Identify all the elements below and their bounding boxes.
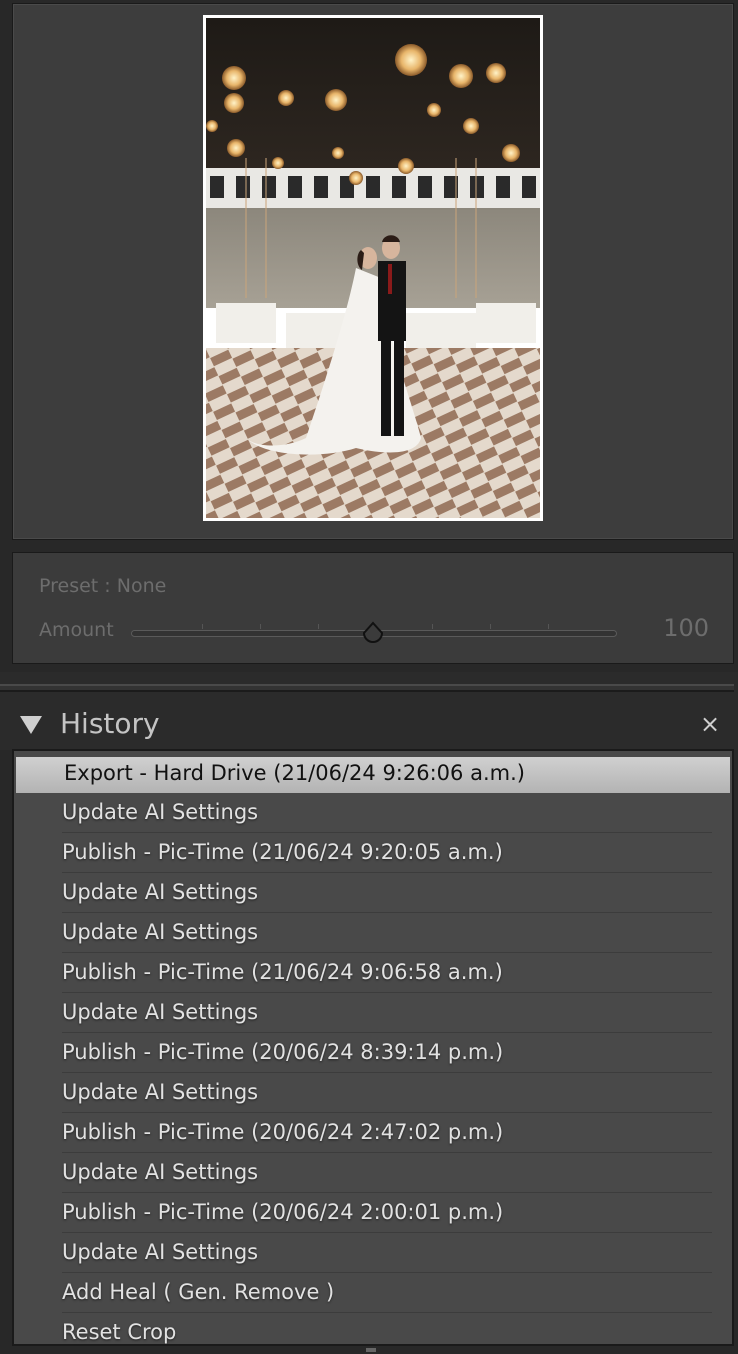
history-item-label: Update AI Settings — [62, 800, 259, 824]
history-item[interactable]: Publish - Pic-Time (20/06/24 2:47:02 p.m… — [14, 1113, 732, 1153]
navigator-panel — [12, 3, 734, 540]
history-item[interactable]: Update AI Settings — [14, 913, 732, 953]
history-item[interactable]: Add Heal ( Gen. Remove ) — [14, 1273, 732, 1313]
history-item[interactable]: Publish - Pic-Time (21/06/24 9:20:05 a.m… — [14, 833, 732, 873]
history-item-label: Update AI Settings — [62, 1000, 259, 1024]
history-list: Export - Hard Drive (21/06/24 9:26:06 a.… — [12, 749, 734, 1346]
history-item-label: Update AI Settings — [62, 880, 259, 904]
history-item-label: Publish - Pic-Time (20/06/24 2:00:01 p.m… — [62, 1200, 504, 1224]
history-item[interactable]: Update AI Settings — [14, 993, 732, 1033]
history-item[interactable]: Publish - Pic-Time (20/06/24 2:00:01 p.m… — [14, 1193, 732, 1233]
amount-slider-thumb[interactable] — [361, 621, 385, 645]
history-item-label: Publish - Pic-Time (21/06/24 9:06:58 a.m… — [62, 960, 503, 984]
history-item[interactable]: Update AI Settings — [14, 1153, 732, 1193]
history-item-label: Export - Hard Drive (21/06/24 9:26:06 a.… — [64, 761, 525, 785]
photo-preview[interactable] — [203, 15, 543, 521]
history-item[interactable]: Update AI Settings — [14, 1073, 732, 1113]
preset-panel: Preset : None Amount 100 — [12, 552, 734, 664]
history-item-label: Update AI Settings — [62, 1160, 259, 1184]
wedding-photo-image — [206, 18, 540, 518]
history-item[interactable]: Reset Crop — [14, 1313, 732, 1344]
history-item[interactable]: Publish - Pic-Time (20/06/24 8:39:14 p.m… — [14, 1033, 732, 1073]
history-item-label: Add Heal ( Gen. Remove ) — [62, 1280, 335, 1304]
amount-label: Amount — [39, 619, 114, 641]
preset-label: Preset : None — [39, 575, 167, 597]
history-item-label: Publish - Pic-Time (20/06/24 2:47:02 p.m… — [62, 1120, 504, 1144]
history-item-label: Reset Crop — [62, 1320, 177, 1344]
panel-divider — [0, 672, 738, 698]
history-item[interactable]: Update AI Settings — [14, 793, 732, 833]
history-item[interactable]: Publish - Pic-Time (21/06/24 9:06:58 a.m… — [14, 953, 732, 993]
history-item-selected[interactable]: Export - Hard Drive (21/06/24 9:26:06 a.… — [16, 757, 730, 793]
history-item[interactable]: Update AI Settings — [14, 1233, 732, 1273]
history-item-label: Publish - Pic-Time (21/06/24 9:20:05 a.m… — [62, 840, 503, 864]
history-item-label: Update AI Settings — [62, 1080, 259, 1104]
history-item-label: Update AI Settings — [62, 920, 259, 944]
clear-history-icon[interactable]: × — [698, 712, 722, 736]
history-item-label: Update AI Settings — [62, 1240, 259, 1264]
history-title: History — [60, 707, 160, 740]
collapse-triangle-icon[interactable] — [20, 716, 42, 734]
history-item[interactable]: Update AI Settings — [14, 873, 732, 913]
history-item-label: Publish - Pic-Time (20/06/24 8:39:14 p.m… — [62, 1040, 504, 1064]
panel-resize-handle[interactable] — [366, 1348, 376, 1352]
amount-value: 100 — [663, 614, 709, 642]
history-header[interactable]: History × — [0, 698, 738, 750]
